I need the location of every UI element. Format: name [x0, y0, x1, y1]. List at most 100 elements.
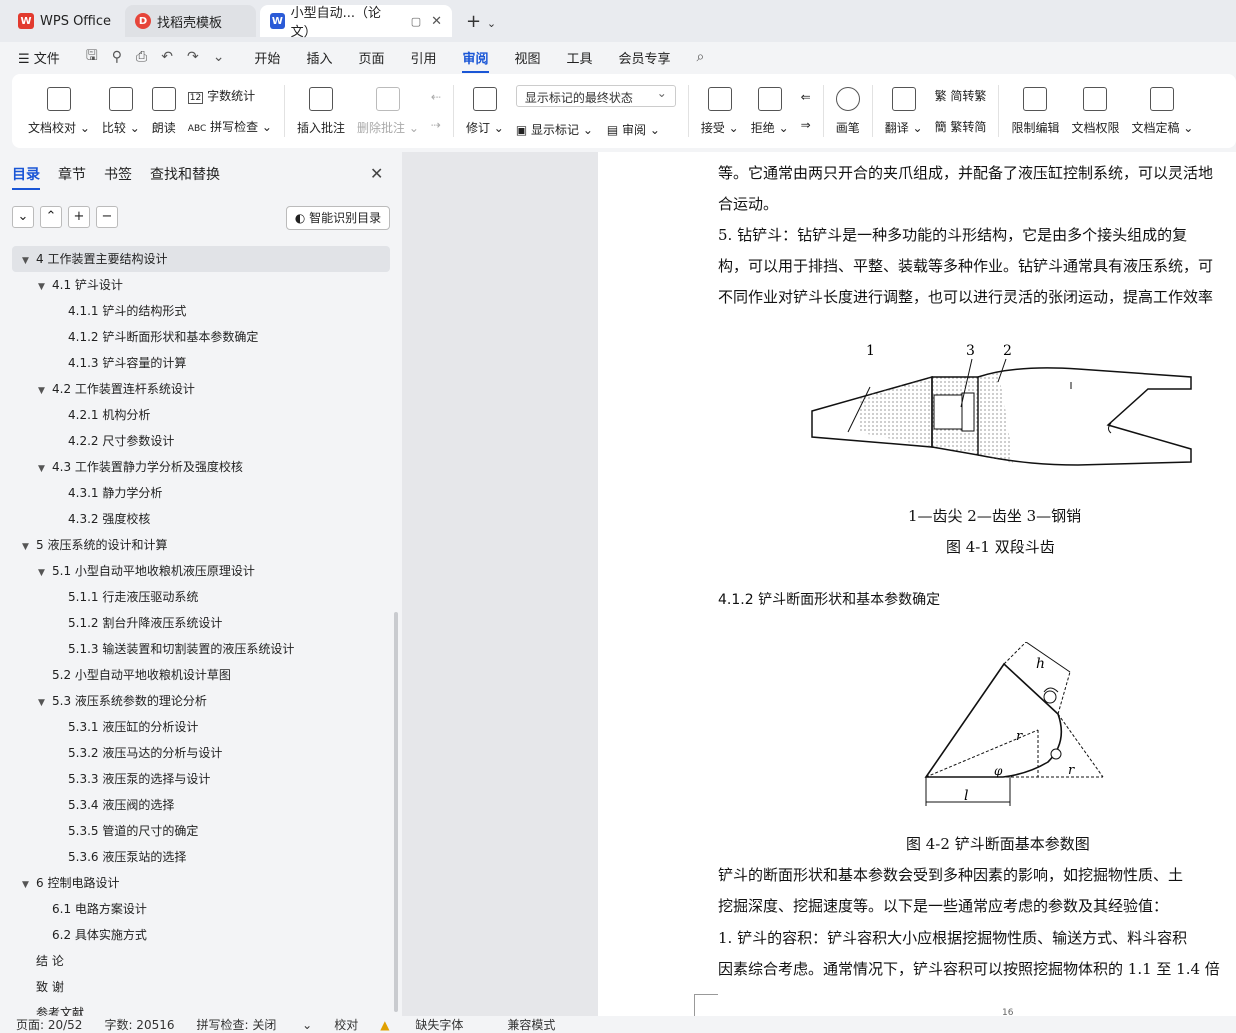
toc-item[interactable]: 致 谢 [12, 974, 390, 1000]
toc-item[interactable]: 5.3.2 液压马达的分析与设计 [12, 740, 390, 766]
translate-button[interactable]: 翻译 ⌄ [885, 80, 923, 142]
close-icon[interactable]: ✕ [431, 14, 442, 29]
new-tab-button[interactable]: + ⌄ [466, 11, 496, 32]
spell-check-button[interactable]: ABC 拼写检查 ⌄ [188, 118, 272, 135]
chevron-down-icon[interactable]: ⌄ [12, 206, 34, 228]
next-comment-icon[interactable]: ⇢ [431, 118, 441, 132]
insert-comment-button[interactable]: 插入批注 [297, 80, 345, 142]
toc-item[interactable]: 4.3.2 强度校核 [12, 506, 390, 532]
toc-item[interactable]: ▼ 4.2 工作装置连杆系统设计 [12, 376, 390, 402]
spell-check-status[interactable]: 拼写检查: 关闭 ⌄ [197, 1016, 313, 1033]
toc-item[interactable]: 6.1 电路方案设计 [12, 896, 390, 922]
toc-item[interactable]: 5.3.1 液压缸的分析设计 [12, 714, 390, 740]
menu-view[interactable]: 视图 [515, 48, 541, 67]
collapse-triangle-icon[interactable]: ▼ [38, 690, 52, 716]
toc-item[interactable]: 5.2 小型自动平地收粮机设计草图 [12, 662, 390, 688]
compare-button[interactable]: 比较 ⌄ [102, 80, 140, 142]
chevron-up-icon[interactable]: ⌃ [40, 206, 62, 228]
doc-permission-button[interactable]: 文档权限 [1071, 80, 1119, 142]
to-simplified-button[interactable]: 簡 繁转简 [935, 118, 987, 135]
page-indicator[interactable]: 页面: 20/52 [16, 1016, 82, 1033]
plus-icon[interactable]: + [68, 206, 90, 228]
menu-page[interactable]: 页面 [358, 48, 384, 67]
doc-proofread-button[interactable]: 文档校对 ⌄ [28, 80, 90, 142]
delete-comment-button[interactable]: 删除批注 ⌄ [357, 80, 419, 142]
collapse-triangle-icon[interactable]: ▼ [38, 456, 52, 482]
toc-item[interactable]: ▼ 4 工作装置主要结构设计 [12, 246, 390, 272]
toc-item[interactable]: 5.1.3 输送装置和切割装置的液压系统设计 [12, 636, 390, 662]
document-page[interactable]: 等。它通常由两只开合的夹爪组成，并配备了液压缸控制系统，可以灵活地 合运动。 5… [598, 152, 1236, 1016]
share-icon[interactable]: ⚲ [112, 49, 122, 65]
window-mode-icon[interactable]: ▢ [411, 15, 421, 28]
word-count-button[interactable]: 12 字数统计 [187, 87, 272, 104]
smart-toc-button[interactable]: ◐ 智能识别目录 [286, 206, 390, 230]
prev-comment-icon[interactable]: ⇠ [431, 90, 441, 104]
to-traditional-button[interactable]: 繁 简转繁 [935, 87, 987, 104]
tab-document[interactable]: W 小型自动...（论文） ▢ ✕ [260, 5, 453, 40]
toc-item[interactable]: 5.1.1 行走液压驱动系统 [12, 584, 390, 610]
toc-item[interactable]: 4.1.1 铲斗的结构形式 [12, 298, 390, 324]
reject-button[interactable]: 拒绝 ⌄ [751, 80, 789, 142]
undo-icon[interactable]: ↶ [161, 49, 173, 65]
print-preview-icon[interactable]: ⎙ [136, 49, 147, 65]
tab-docer[interactable]: D 找稻壳模板 [125, 5, 257, 37]
tab-bookmark[interactable]: 书签 [104, 164, 132, 184]
more-icon[interactable]: ⌄ [213, 49, 225, 65]
menu-member[interactable]: 会员专享 [619, 48, 671, 67]
toc-item[interactable]: 5.1.2 割台升降液压系统设计 [12, 610, 390, 636]
collapse-triangle-icon[interactable]: ▼ [22, 534, 36, 560]
menu-tools[interactable]: 工具 [567, 48, 593, 67]
menu-reference[interactable]: 引用 [410, 48, 436, 67]
toc-item[interactable]: 5.3.5 管道的尺寸的确定 [12, 818, 390, 844]
show-markup-button[interactable]: ▣ 显示标记 ⌄ [516, 121, 593, 138]
tab-find-replace[interactable]: 查找和替换 [150, 164, 220, 184]
tab-chapter[interactable]: 章节 [58, 164, 86, 184]
read-aloud-button[interactable]: 朗读 [151, 80, 176, 142]
review-pane-button[interactable]: ▤ 审阅 ⌄ [607, 121, 660, 138]
file-menu[interactable]: ☰ 文件 [18, 48, 60, 67]
toc-item[interactable]: ▼ 4.3 工作装置静力学分析及强度校核 [12, 454, 390, 480]
toc-item[interactable]: 4.1.2 铲斗断面形状和基本参数确定 [12, 324, 390, 350]
toc-item[interactable]: 5.3.6 液压泵站的选择 [12, 844, 390, 870]
menu-review[interactable]: 审阅 [462, 48, 489, 73]
toc-item[interactable]: 4.3.1 静力学分析 [12, 480, 390, 506]
toc-item[interactable]: ▼ 5.1 小型自动平地收粮机液压原理设计 [12, 558, 390, 584]
toc-item[interactable]: 6.2 具体实施方式 [12, 922, 390, 948]
toc-item[interactable]: 4.2.1 机构分析 [12, 402, 390, 428]
toc-item[interactable]: 结 论 [12, 948, 390, 974]
toc-item[interactable]: ▼ 6 控制电路设计 [12, 870, 390, 896]
toc-item[interactable]: 4.1.3 铲斗容量的计算 [12, 350, 390, 376]
proofread-status[interactable]: 校对 [334, 1016, 358, 1033]
menu-start[interactable]: 开始 [254, 48, 280, 67]
close-icon[interactable]: ✕ [370, 164, 383, 183]
prev-change-icon[interactable]: ⇐ [801, 90, 811, 104]
toc-item[interactable]: 4.2.2 尺寸参数设计 [12, 428, 390, 454]
toc-item[interactable]: ▼ 5.3 液压系统参数的理论分析 [12, 688, 390, 714]
redo-icon[interactable]: ↷ [187, 49, 199, 65]
pen-button[interactable]: 画笔 [835, 80, 860, 142]
toc-scrollbar[interactable] [394, 612, 398, 1012]
toc-item[interactable]: ▼ 5 液压系统的设计和计算 [12, 532, 390, 558]
restrict-edit-button[interactable]: 限制编辑 [1011, 80, 1059, 142]
collapse-triangle-icon[interactable]: ▼ [38, 378, 52, 404]
revise-button[interactable]: 修订 ⌄ [466, 80, 504, 142]
word-count-status[interactable]: 字数: 20516 [104, 1016, 174, 1033]
minus-icon[interactable]: − [96, 206, 118, 228]
menu-insert[interactable]: 插入 [306, 48, 332, 67]
toc-item[interactable]: ▼ 4.1 铲斗设计 [12, 272, 390, 298]
toc-item[interactable]: 5.3.4 液压阀的选择 [12, 792, 390, 818]
search-icon[interactable]: ⌕ [697, 49, 705, 65]
collapse-triangle-icon[interactable]: ▼ [38, 560, 52, 586]
save-icon[interactable]: 🖫 [86, 45, 98, 69]
tab-toc[interactable]: 目录 [12, 164, 40, 190]
missing-font-status[interactable]: ▲ 缺失字体 [380, 1016, 485, 1033]
next-change-icon[interactable]: ⇒ [801, 118, 811, 132]
accept-button[interactable]: 接受 ⌄ [701, 80, 739, 142]
toc-item[interactable]: 5.3.3 液压泵的选择与设计 [12, 766, 390, 792]
collapse-triangle-icon[interactable]: ▼ [22, 872, 36, 898]
tab-wps-office[interactable]: W WPS Office [8, 5, 121, 37]
collapse-triangle-icon[interactable]: ▼ [22, 248, 36, 274]
markup-state-select[interactable]: 显示标记的最终状态 [515, 84, 676, 107]
finalize-button[interactable]: 文档定稿 ⌄ [1131, 80, 1193, 142]
collapse-triangle-icon[interactable]: ▼ [38, 274, 52, 300]
